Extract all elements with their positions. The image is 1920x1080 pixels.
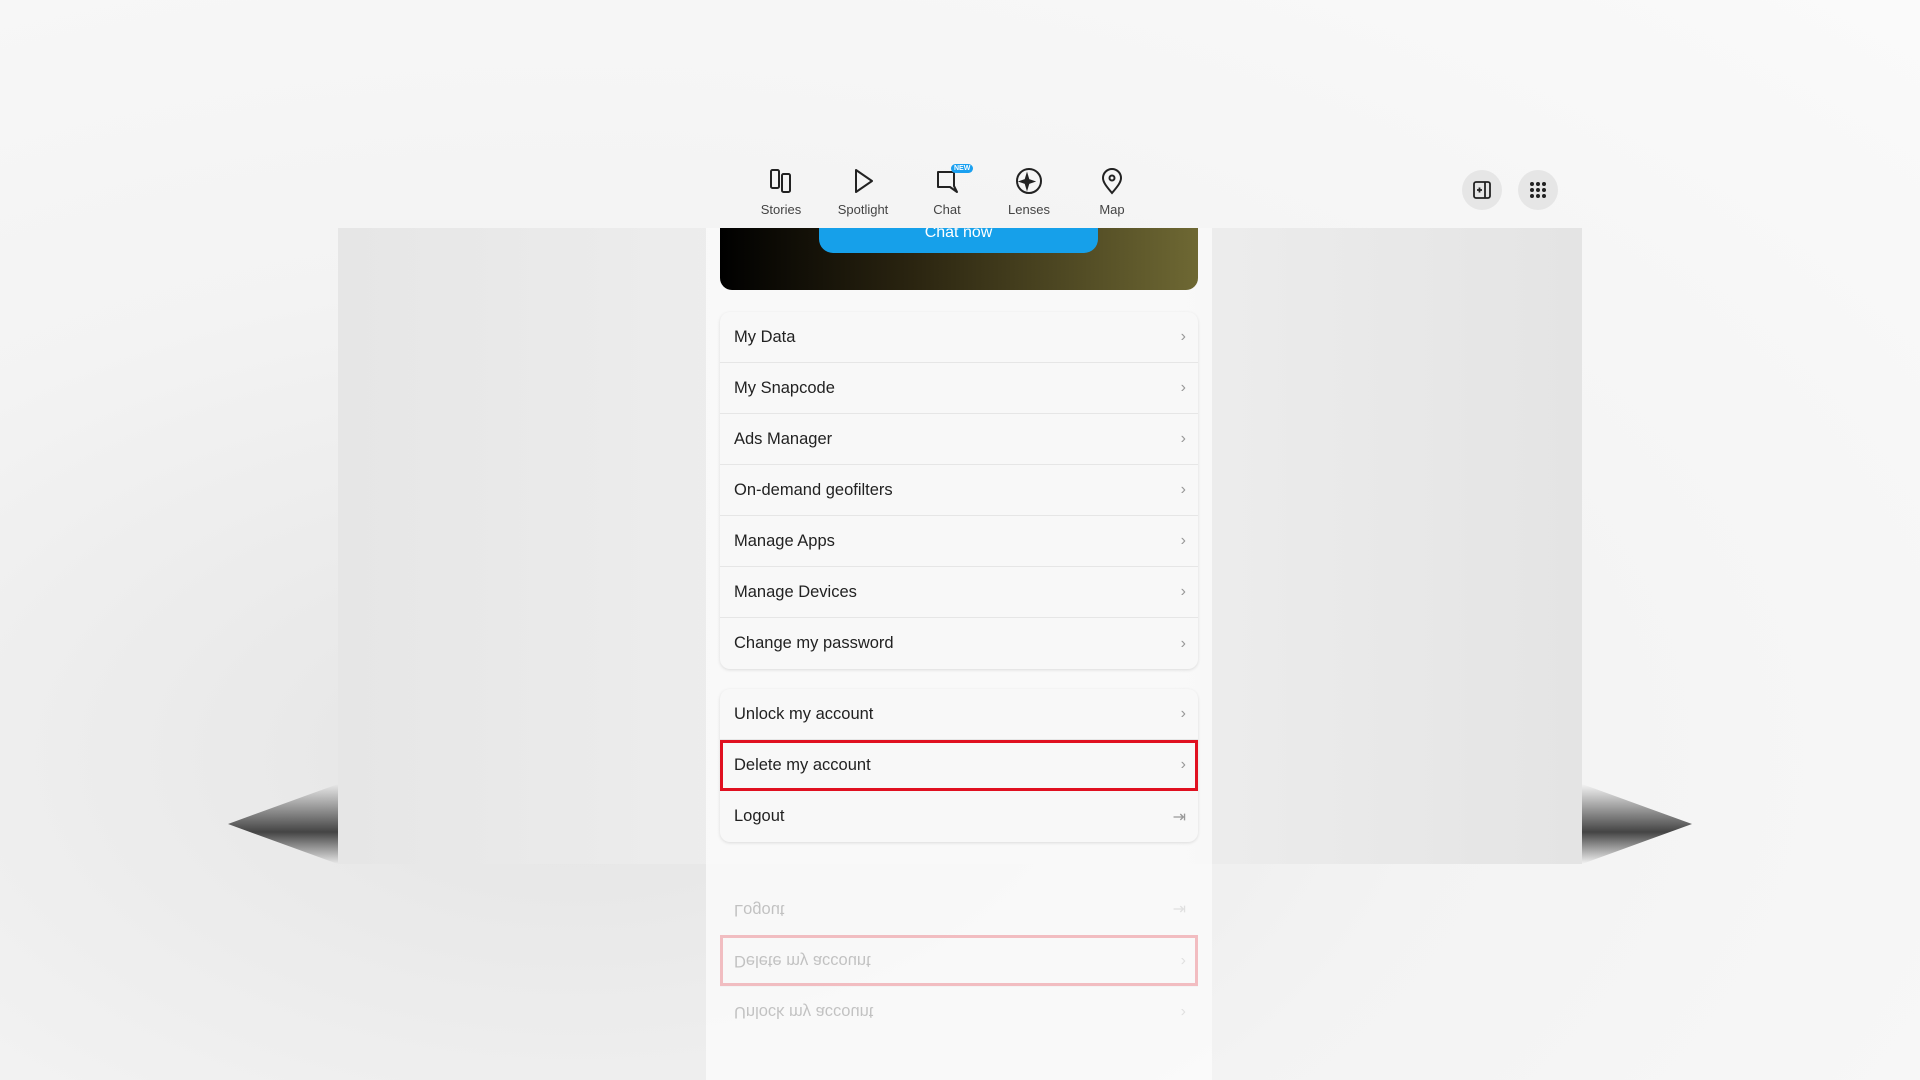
menu-item-ads-manager[interactable]: Ads Manager › <box>720 414 1198 465</box>
menu-item-label: Logout <box>734 807 785 825</box>
menu-item-my-snapcode[interactable]: My Snapcode › <box>720 363 1198 414</box>
nav-label: Stories <box>760 202 802 217</box>
menu-item-label: Ads Manager <box>734 429 833 448</box>
settings-group-2: Unlock my account › Delete my account › Logo… <box>720 689 1198 842</box>
menu-item-label: My Snapcode <box>734 378 835 397</box>
map-pin-icon <box>1101 168 1123 195</box>
chevron-right-icon: › <box>1180 705 1186 722</box>
menu-item-delete-my-account[interactable]: Delete my account › <box>720 740 1198 791</box>
nav-label: Map <box>1099 202 1125 217</box>
logout-icon: ⇥ <box>1172 808 1186 826</box>
menu-item-label: Manage Devices <box>734 582 857 601</box>
menu-item-unlock-my-account[interactable]: Unlock my account › <box>720 689 1198 740</box>
promo-banner: Chat now <box>720 228 1198 290</box>
nav-chat[interactable]: NEW Chat <box>907 160 987 217</box>
menu-item-label: Manage Apps <box>734 531 835 550</box>
menu-item-label: Change my password <box>734 634 894 652</box>
settings-group-1: My Data › My Snapcode › Ads Manager › On-deman… <box>720 312 1198 669</box>
chevron-right-icon: › <box>1180 328 1186 345</box>
nav-label: Chat <box>933 202 961 217</box>
nav-label: Lenses <box>1008 202 1050 217</box>
menu-item-label: Logout <box>734 901 785 919</box>
chevron-right-icon: › <box>1180 583 1186 600</box>
nav-spotlight[interactable]: Spotlight <box>823 160 903 217</box>
logout-icon: ⇥ <box>1172 900 1186 918</box>
menu-item-unlock-my-account[interactable]: Unlock my account › <box>720 986 1198 1037</box>
menu-item-label: On-demand geofilters <box>734 480 893 499</box>
sidebar-add-icon <box>1473 181 1491 199</box>
lenses-icon <box>1016 168 1042 194</box>
menu-item-my-data[interactable]: My Data › <box>720 312 1198 363</box>
menu-item-logout[interactable]: Logout ⇥ <box>720 791 1198 842</box>
chevron-right-icon: › <box>1180 430 1186 447</box>
menu-item-label: Delete my account <box>734 952 871 971</box>
chevron-right-icon: › <box>1180 1004 1186 1021</box>
menu-item-on-demand-geofilters[interactable]: On-demand geofilters › <box>720 465 1198 516</box>
menu-item-manage-devices[interactable]: Manage Devices › <box>720 567 1198 618</box>
menu-item-label: Delete my account <box>734 755 871 774</box>
stories-icon <box>770 169 791 193</box>
menu-item-manage-apps[interactable]: Manage Apps › <box>720 516 1198 567</box>
top-nav: Stories Spotlight NEW Chat Lenses Map <box>0 160 1920 228</box>
menu-item-label: My Data <box>734 327 796 346</box>
nav-map[interactable]: Map <box>1072 160 1152 217</box>
nav-label: Spotlight <box>837 202 889 217</box>
menu-item-label: Unlock my account <box>734 704 874 723</box>
menu-item-change-my-password[interactable]: Change my password › <box>720 618 1198 669</box>
nav-lenses[interactable]: Lenses <box>989 160 1069 217</box>
reflection: Unlock my account › Delete my account › Logo… <box>720 884 1198 1037</box>
menu-item-logout[interactable]: Logout ⇥ <box>720 884 1198 935</box>
menu-item-delete-my-account[interactable]: Delete my account › <box>720 935 1198 986</box>
chevron-right-icon: › <box>1180 379 1186 396</box>
new-badge: NEW <box>951 164 974 173</box>
chevron-right-icon: › <box>1180 756 1186 773</box>
chevron-right-icon: › <box>1180 481 1186 498</box>
menu-item-label: Unlock my account <box>734 1003 874 1022</box>
grid-icon <box>1530 182 1546 198</box>
chevron-right-icon: › <box>1180 953 1186 970</box>
nav-stories[interactable]: Stories <box>741 160 821 217</box>
chevron-right-icon: › <box>1180 532 1186 549</box>
play-icon <box>855 169 873 193</box>
chat-now-button[interactable]: Chat now <box>819 228 1098 253</box>
apps-grid-button[interactable] <box>1518 170 1558 210</box>
add-sidebar-button[interactable] <box>1462 170 1502 210</box>
chevron-right-icon: › <box>1180 634 1186 652</box>
